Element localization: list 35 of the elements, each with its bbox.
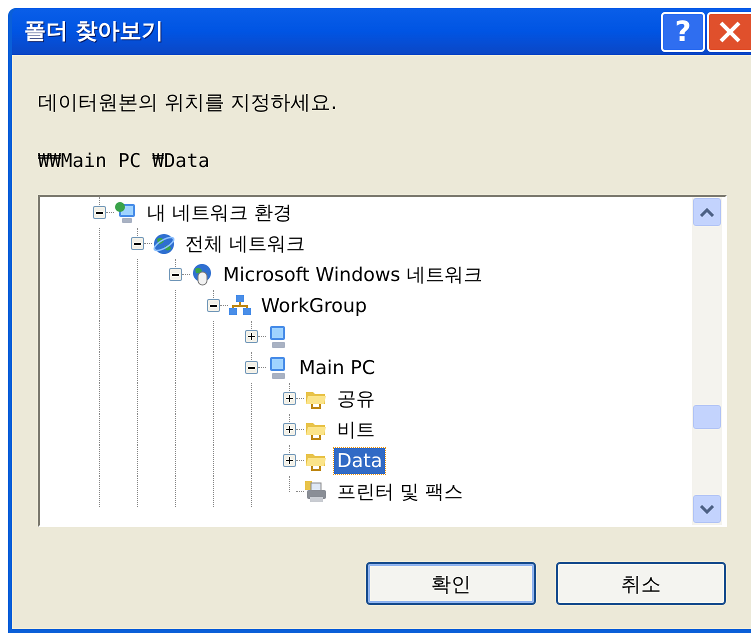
tree-item[interactable]: 비트 (334, 416, 378, 442)
tree-item[interactable]: 공유 (334, 386, 378, 412)
expand-toggle[interactable] (283, 454, 296, 467)
globe-mouse-icon (190, 262, 214, 286)
collapse-toggle[interactable] (169, 268, 182, 281)
scrollbar[interactable] (692, 197, 722, 525)
dialog-button[interactable]: 취소 (556, 562, 726, 605)
collapse-toggle[interactable] (131, 237, 144, 250)
window-title: 폴더 찾아보기 (24, 18, 165, 46)
expand-toggle[interactable] (283, 423, 296, 436)
prompt-text: 데이터원본의 위치를 지정하세요. (38, 89, 338, 116)
close-icon (717, 18, 743, 44)
tree-item[interactable]: Data (334, 448, 386, 474)
globe-icon (152, 232, 176, 256)
scroll-thumb[interactable] (693, 405, 721, 429)
path-text: ₩₩Main PC ₩Data (38, 149, 210, 174)
tree-item[interactable]: Main PC (296, 354, 378, 380)
close-button[interactable] (707, 12, 751, 52)
tree-item[interactable]: 내 네트워크 환경 (144, 200, 296, 226)
collapse-toggle[interactable] (93, 206, 106, 219)
network-icon (228, 294, 252, 318)
printer-icon (304, 480, 328, 504)
collapse-toggle[interactable] (207, 299, 220, 312)
scroll-down-button[interactable] (693, 495, 721, 523)
tree-item[interactable]: 프린터 및 팩스 (334, 478, 466, 504)
dialog-button[interactable]: 확인 (366, 562, 536, 605)
tree-item[interactable]: Microsoft Windows 네트워크 (220, 262, 486, 288)
scroll-up-button[interactable] (693, 198, 721, 226)
expand-toggle[interactable] (283, 392, 296, 405)
tree-item[interactable]: WorkGroup (258, 292, 370, 318)
network-computer-icon (114, 200, 138, 224)
tree-item[interactable]: 전체 네트워크 (182, 230, 308, 256)
collapse-toggle[interactable] (245, 361, 258, 374)
help-button[interactable]: ? (661, 12, 705, 52)
expand-toggle[interactable] (245, 330, 258, 343)
